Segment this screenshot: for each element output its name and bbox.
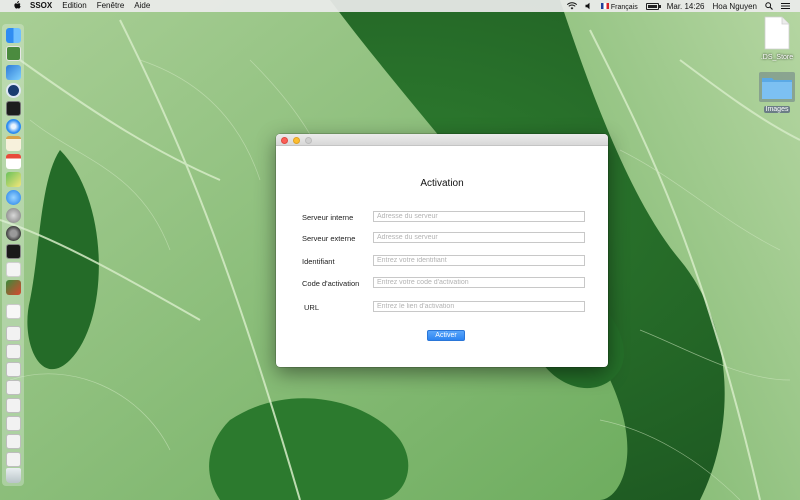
pen-tool-icon[interactable] [6, 65, 21, 80]
identifier-input[interactable] [373, 255, 585, 266]
window-icon[interactable] [6, 362, 21, 377]
menu-edition[interactable]: Edition [62, 0, 86, 12]
dialog-title: Activation [420, 178, 464, 189]
apple-icon[interactable] [12, 1, 22, 11]
xcode-icon[interactable] [6, 46, 21, 61]
activation-code-input[interactable] [373, 277, 585, 288]
dock [2, 24, 24, 486]
window-icon[interactable] [6, 326, 21, 341]
chart-icon[interactable] [6, 280, 21, 295]
maps-icon[interactable] [6, 172, 21, 187]
finder-icon[interactable] [6, 28, 21, 43]
field-label: Serveur interne [302, 213, 354, 222]
window-titlebar[interactable] [276, 134, 608, 146]
text-file-icon[interactable] [6, 304, 21, 319]
battery-icon[interactable] [645, 2, 661, 10]
file-icon [764, 16, 790, 50]
desktop-item-images[interactable]: Images [757, 72, 797, 113]
window-icon[interactable] [6, 416, 21, 431]
app-name-menu[interactable]: SSOX [30, 0, 52, 12]
flag-icon [600, 3, 609, 10]
form-row-serveur-externe: Serveur externe [276, 232, 608, 244]
url-input[interactable] [373, 301, 585, 312]
form-row-url: URL [276, 301, 608, 313]
wifi-icon[interactable] [566, 2, 577, 10]
volume-icon[interactable] [585, 2, 593, 10]
clock[interactable]: Mar. 14:26 [667, 2, 705, 11]
activate-button[interactable]: Activer [427, 330, 465, 341]
activation-window: Activation Serveur interne Serveur exter… [276, 134, 608, 367]
input-language-label: Français [610, 3, 638, 11]
menu-bar: SSOX Edition Fenêtre Aide Français Mar. … [0, 0, 800, 12]
launchpad-icon[interactable] [6, 208, 21, 223]
app-store-icon[interactable] [6, 190, 21, 205]
folder-icon [759, 72, 795, 102]
list-icon[interactable] [781, 2, 790, 10]
calendar-icon[interactable] [6, 154, 21, 169]
zoom-button[interactable] [305, 136, 312, 144]
trash-icon[interactable] [6, 468, 21, 483]
desktop-item-label: Images [763, 106, 791, 113]
window-icon[interactable] [6, 344, 21, 359]
search-icon[interactable] [765, 2, 773, 10]
menu-fenetre[interactable]: Fenêtre [97, 0, 125, 12]
minimize-button[interactable] [293, 136, 300, 144]
form-row-code-activation: Code d'activation [276, 277, 608, 289]
desktop-item-label: .DS_Store [760, 54, 794, 61]
menu-aide[interactable]: Aide [134, 0, 150, 12]
field-label: Serveur externe [302, 234, 356, 243]
activity-monitor-icon[interactable] [6, 244, 21, 259]
internal-server-input[interactable] [373, 211, 585, 222]
desktop-item-ds-store[interactable]: .DS_Store [757, 16, 797, 61]
input-language[interactable]: Français [600, 2, 638, 11]
close-button[interactable] [281, 136, 288, 144]
window-icon[interactable] [6, 452, 21, 467]
system-preferences-icon[interactable] [6, 226, 21, 241]
safari-icon[interactable] [6, 119, 21, 134]
form-row-serveur-interne: Serveur interne [276, 211, 608, 223]
window-icon[interactable] [6, 398, 21, 413]
field-label: Identifiant [302, 257, 335, 266]
notes-icon[interactable] [6, 136, 21, 151]
safari-compass-icon[interactable] [6, 83, 21, 98]
window-icon[interactable] [6, 434, 21, 449]
field-label: URL [304, 303, 320, 312]
external-server-input[interactable] [373, 232, 585, 243]
terminal-icon[interactable] [6, 101, 21, 116]
field-label: Code d'activation [302, 279, 360, 288]
user-name[interactable]: Hoa Nguyen [713, 2, 757, 11]
window-icon[interactable] [6, 380, 21, 395]
document-icon[interactable] [6, 262, 21, 277]
form-row-identifiant: Identifiant [276, 255, 608, 267]
